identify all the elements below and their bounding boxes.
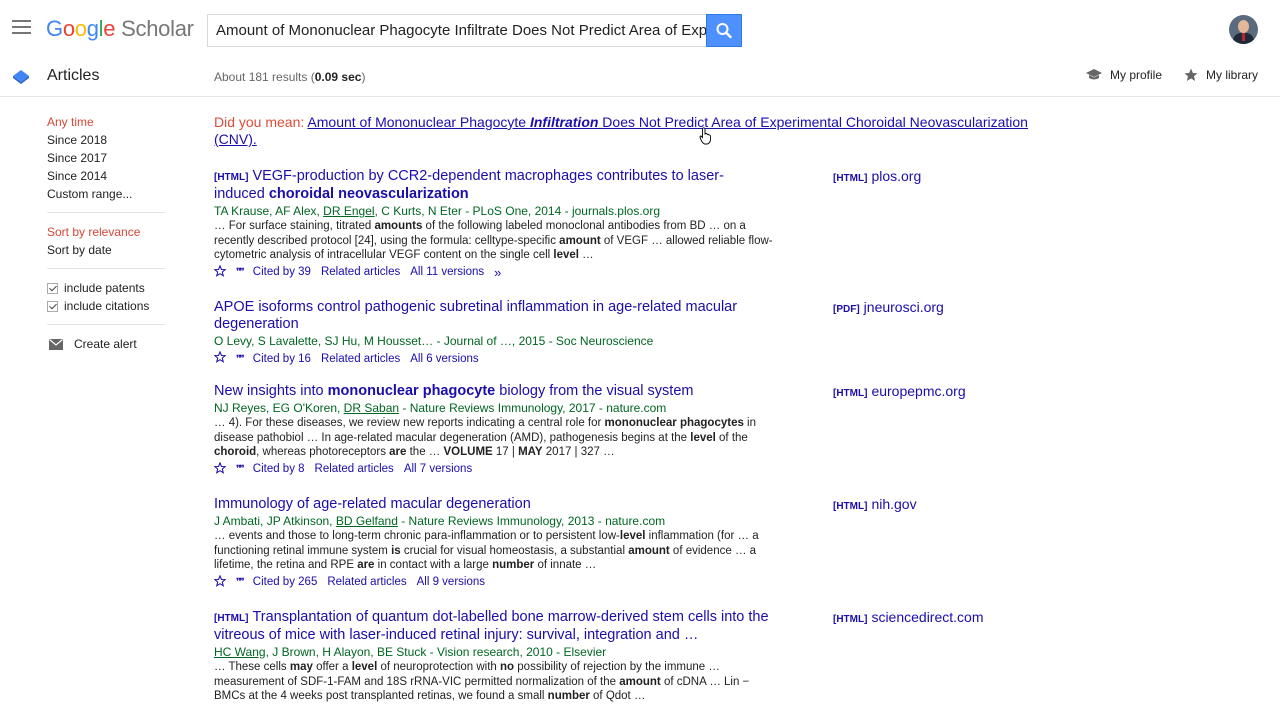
result-title-link[interactable]: [HTML] VEGF-production by CCR2-dependent … — [214, 168, 774, 203]
result-actions: ❞❞ Cited by 8 Related articles All 7 versio… — [213, 460, 774, 478]
result-title-link[interactable]: [HTML] Transplantation of quantum dot-lab… — [214, 609, 774, 644]
result-full-text-link[interactable]: [HTML] nih.gov — [833, 496, 917, 512]
did-you-mean-link[interactable]: Amount of Mononuclear Phagocyte Infiltra… — [214, 114, 1028, 147]
result-snippet: … These cells may offer a level of neuro… — [214, 661, 750, 702]
result-snippet: … 4). For these diseases, we review new … — [214, 417, 757, 458]
menu-icon[interactable] — [12, 20, 31, 34]
include-patents-checkbox[interactable]: include patents — [47, 279, 165, 297]
envelope-icon — [49, 338, 63, 350]
all-versions-link[interactable]: All 6 versions — [410, 352, 478, 367]
top-bar: Google Scholar Amount of Mononuclear Phag… — [0, 0, 1280, 58]
results-count: About 181 results (0.09 sec) — [214, 70, 366, 84]
more-icon[interactable]: » — [494, 265, 501, 280]
result-authors: J Ambati, JP Atkinson, BD Gelfand - Natu… — [214, 514, 666, 528]
author-profile-link[interactable]: DR Engel — [323, 204, 374, 218]
star-icon — [1184, 68, 1198, 81]
search-icon — [716, 23, 732, 39]
sidebar: Any time Since 2018 Since 2017 Since 201… — [47, 113, 165, 353]
filter-any-time[interactable]: Any time — [47, 113, 165, 131]
checkbox-icon — [47, 300, 58, 312]
format-tag: [HTML] — [214, 613, 249, 624]
sort-by-date[interactable]: Sort by date — [47, 241, 165, 259]
author-profile-link[interactable]: BD Gelfand — [336, 514, 398, 528]
include-citations-checkbox[interactable]: include citations — [47, 297, 165, 315]
logo-scholar-text: Scholar — [121, 16, 194, 41]
my-profile-link[interactable]: My profile — [1086, 68, 1162, 82]
cite-quote-icon[interactable]: ❞❞ — [236, 575, 245, 590]
result-actions: ❞❞ Cited by 265 Related articles All 9 vers… — [213, 573, 774, 591]
filter-since-2017[interactable]: Since 2017 — [47, 149, 165, 167]
filter-since-2018[interactable]: Since 2018 — [47, 131, 165, 149]
filter-since-2014[interactable]: Since 2014 — [47, 167, 165, 185]
scholar-articles-icon — [13, 70, 29, 84]
filter-custom-range[interactable]: Custom range... — [47, 185, 165, 203]
result-full-text-link[interactable]: [HTML] sciencedirect.com — [833, 609, 983, 625]
did-you-mean: Did you mean: Amount of Mononuclear Phag… — [214, 114, 1028, 147]
divider — [47, 212, 165, 213]
related-articles-link[interactable]: Related articles — [321, 265, 400, 280]
search-input[interactable]: Amount of Mononuclear Phagocyte Infiltra… — [207, 14, 706, 47]
format-tag: [HTML] — [833, 388, 868, 399]
cited-by-link[interactable]: Cited by 8 — [253, 462, 305, 477]
author-profile-link[interactable]: DR Saban — [344, 401, 399, 415]
format-tag: [PDF] — [833, 304, 860, 315]
divider — [47, 324, 165, 325]
cited-by-link[interactable]: Cited by 39 — [253, 265, 311, 280]
format-tag: [HTML] — [214, 172, 249, 183]
result-item: Immunology of age-related macular degene… — [213, 496, 774, 591]
result-authors: NJ Reyes, EG O'Koren, DR Saban - Nature … — [214, 401, 667, 415]
all-versions-link[interactable]: All 9 versions — [417, 575, 485, 590]
all-versions-link[interactable]: All 11 versions — [410, 265, 484, 280]
result-item: APOE isoforms control pathogenic subreti… — [213, 299, 774, 367]
search-button[interactable] — [706, 14, 742, 47]
related-articles-link[interactable]: Related articles — [321, 352, 400, 367]
sub-bar: Articles About 181 results (0.09 sec) My… — [0, 58, 1280, 97]
format-tag: [HTML] — [833, 501, 868, 512]
result-actions: ❞❞ Cited by 39 Related articles All 11 vers… — [213, 263, 774, 281]
cited-by-link[interactable]: Cited by 16 — [253, 352, 311, 367]
result-authors: O Levy, S Lavalette, SJ Hu, M Housset… -… — [214, 334, 654, 348]
result-item: [HTML] VEGF-production by CCR2-dependent … — [213, 168, 774, 281]
result-title-link[interactable]: Immunology of age-related macular degene… — [214, 496, 774, 513]
section-title: Articles — [47, 67, 100, 84]
mouse-cursor-icon — [699, 127, 711, 145]
result-title-link[interactable]: APOE isoforms control pathogenic subreti… — [214, 299, 774, 333]
related-articles-link[interactable]: Related articles — [327, 575, 406, 590]
cited-by-link[interactable]: Cited by 265 — [253, 575, 318, 590]
divider — [47, 268, 165, 269]
author-profile-link[interactable]: HC Wang — [214, 645, 266, 659]
result-authors: HC Wang, J Brown, H Alayon, BE Stuck - V… — [214, 645, 607, 659]
cite-quote-icon[interactable]: ❞❞ — [236, 265, 245, 280]
logo-google-text: Google — [46, 16, 116, 41]
my-library-link[interactable]: My library — [1184, 68, 1258, 82]
all-versions-link[interactable]: All 7 versions — [404, 462, 472, 477]
save-star-icon[interactable] — [213, 573, 227, 591]
sort-by-relevance[interactable]: Sort by relevance — [47, 223, 165, 241]
result-actions: ❞❞ Cited by 16 Related articles All 6 versi… — [213, 350, 774, 367]
create-alert-link[interactable]: Create alert — [47, 335, 165, 353]
avatar[interactable] — [1229, 15, 1258, 44]
result-full-text-link[interactable]: [HTML] europepmc.org — [833, 383, 966, 399]
result-snippet: … events and those to long-term chronic … — [214, 530, 759, 571]
result-item: New insights into mononuclear phagocyte … — [213, 383, 774, 478]
result-full-text-link[interactable]: [PDF] jneurosci.org — [833, 299, 944, 315]
result-snippet: … For surface staining, titrated amounts… — [214, 220, 773, 261]
save-star-icon[interactable] — [213, 263, 227, 281]
related-articles-link[interactable]: Related articles — [315, 462, 394, 477]
result-title-link[interactable]: New insights into mononuclear phagocyte … — [214, 383, 774, 400]
save-star-icon[interactable] — [213, 460, 227, 478]
result-item: [HTML] Transplantation of quantum dot-lab… — [214, 609, 774, 704]
google-scholar-logo[interactable]: Google Scholar — [46, 16, 194, 42]
cite-quote-icon[interactable]: ❞❞ — [236, 462, 245, 477]
format-tag: [HTML] — [833, 614, 868, 625]
result-authors: TA Krause, AF Alex, DR Engel, C Kurts, N… — [214, 204, 660, 218]
checkbox-icon — [47, 282, 58, 294]
graduation-cap-icon — [1086, 69, 1102, 80]
save-star-icon[interactable] — [213, 350, 227, 367]
cite-quote-icon[interactable]: ❞❞ — [236, 352, 245, 367]
result-full-text-link[interactable]: [HTML] plos.org — [833, 168, 921, 184]
format-tag: [HTML] — [833, 173, 868, 184]
